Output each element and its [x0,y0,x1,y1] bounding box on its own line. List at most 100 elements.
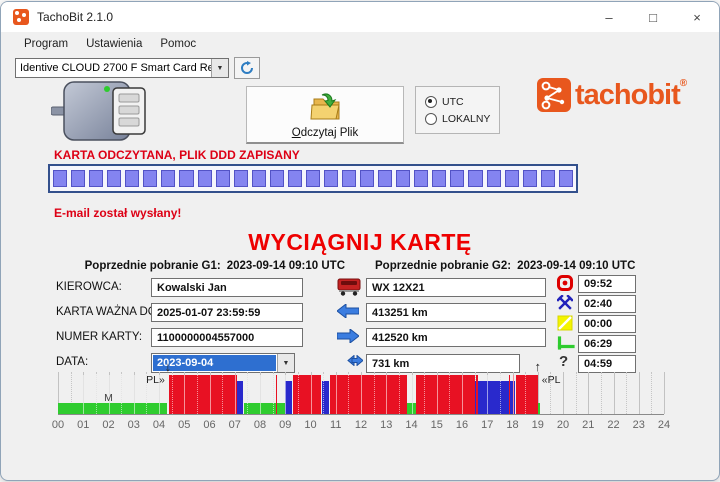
hour-label: 07 [229,419,241,431]
gridline-overlay-hour [184,375,185,414]
registered-mark: ® [680,78,687,89]
progress-block [71,170,85,187]
radio-lokalny[interactable]: LOKALNY [425,113,499,125]
progress-block [216,170,230,187]
rest-activity-icon [557,335,575,351]
progress-block [541,170,555,187]
hour-label: 01 [77,419,89,431]
gridline-overlay-half [96,375,97,414]
activity-bar-rest [538,403,541,414]
progress-block [523,170,537,187]
gridline-overlay-half [374,375,375,414]
hour-label: 15 [431,419,443,431]
odometer-end-field[interactable]: 413251 km [366,303,546,322]
gridline-overlay-half [273,375,274,414]
email-sent-status: E-mail został wysłany! [54,206,181,220]
radio-utc[interactable]: UTC [425,96,499,108]
progress-block [234,170,248,187]
hour-label: 17 [481,419,493,431]
time-mode-group: UTC LOKALNY [415,86,500,134]
app-logo-icon [13,9,29,25]
hour-label: 04 [153,419,165,431]
driver-field[interactable]: Kowalski Jan [151,278,303,297]
card-number-label: NUMER KARTY: [56,331,142,343]
progress-block [505,170,519,187]
progress-block [270,170,284,187]
hour-label: 23 [633,419,645,431]
progress-block [559,170,573,187]
gridline-overlay-hour [260,375,261,414]
maximize-button[interactable]: □ [631,2,675,32]
gridline-overlay-hour [83,375,84,414]
odometer-start-field[interactable]: 412520 km [366,328,546,347]
refresh-icon [240,61,254,75]
progress-block [288,170,302,187]
activity-bar-driving [516,375,538,414]
hour-label: 09 [279,419,291,431]
hour-label: 11 [330,419,341,431]
activity-bar-rest [58,403,167,414]
chevron-down-icon[interactable]: ▼ [211,59,228,77]
title-bar: TachoBit 2.1.0 – □ × [1,2,719,32]
progress-block [252,170,266,187]
progress-block [396,170,410,187]
card-withdrawal-arrow-icon: ↑ [535,359,542,374]
reader-select[interactable]: Identive CLOUD 2700 F Smart Card Reader … [15,58,229,78]
gridline-hour [563,372,564,414]
driver-label: KIEROWCA: [56,281,122,293]
hour-label: 19 [532,419,544,431]
arrow-left-icon [337,304,359,318]
hour-label: 22 [607,419,619,431]
progress-block [342,170,356,187]
progress-block [414,170,428,187]
hour-label: 00 [52,419,64,431]
gridline-hour [664,372,665,414]
progress-block [306,170,320,187]
progress-block [107,170,121,187]
tachobit-logo-icon [537,78,571,112]
gridline-overlay-hour [462,375,463,414]
read-file-button[interactable]: Odczytaj Plik [246,86,404,144]
gridline-overlay-hour [311,375,312,414]
progress-block [143,170,157,187]
activity-bar-driving [476,375,478,414]
card-insertion-arrow-icon: ↓ [165,359,172,374]
hour-label: 18 [506,419,518,431]
gridline-overlay-half [424,375,425,414]
truck-icon [337,278,361,296]
arrow-right-icon [337,329,359,343]
hour-label: 02 [102,419,114,431]
close-button[interactable]: × [675,2,719,32]
progress-block [360,170,374,187]
gridline-overlay-hour [285,375,286,414]
plate-field[interactable]: WX 12X21 [366,278,546,297]
gridline-overlay-hour [235,375,236,414]
hour-label: 05 [178,419,190,431]
radio-lokalny-circle-icon[interactable] [425,113,437,125]
menu-program[interactable]: Program [15,34,77,54]
driving-activity-icon [557,275,573,291]
gridline-half-hour [651,372,652,414]
gridline-hour [639,372,640,414]
refresh-reader-button[interactable] [234,57,260,79]
driving-time-field: 09:52 [578,275,636,293]
menu-ustawienia[interactable]: Ustawienia [77,34,151,54]
card-number-field[interactable]: 1100000004557000 [151,328,303,347]
gridline-overlay-hour [386,375,387,414]
card-read-status: KARTA ODCZYTANA, PLIK DDD ZAPISANY [54,148,300,162]
hour-label: 20 [557,419,569,431]
hour-label: 24 [658,419,670,431]
radio-lokalny-label: LOKALNY [442,113,490,125]
progress-block [198,170,212,187]
card-valid-field[interactable]: 2025-01-07 23:59:59 [151,303,303,322]
progress-block [378,170,392,187]
radio-utc-circle-icon[interactable] [425,96,437,108]
brand-logo: tachobit ® [537,78,687,112]
minimize-button[interactable]: – [587,2,631,32]
hour-label: 08 [254,419,266,431]
gridline-overlay-half [247,375,248,414]
menu-pomoc[interactable]: Pomoc [151,34,205,54]
progress-block [432,170,446,187]
reader-select-value: Identive CLOUD 2700 F Smart Card Reader … [16,62,211,74]
hour-label: 13 [380,419,392,431]
